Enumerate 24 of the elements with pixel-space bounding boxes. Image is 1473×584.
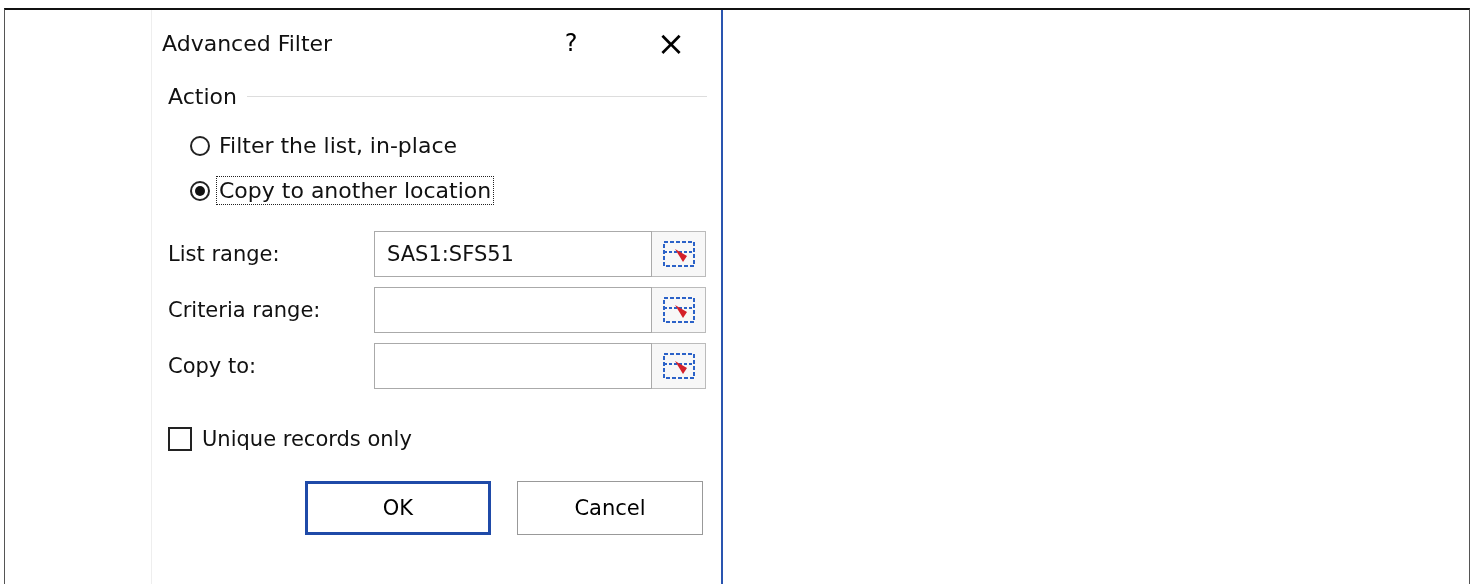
field-label: List range: xyxy=(168,242,281,266)
range-select-icon xyxy=(660,350,697,382)
radio-label[interactable]: Copy to another location xyxy=(216,176,495,205)
range-select-icon xyxy=(660,294,697,326)
field-label: Copy to: xyxy=(168,354,258,378)
radio-button[interactable] xyxy=(190,135,210,156)
field-label: Criteria range: xyxy=(168,298,322,322)
collapse-dialog-button[interactable] xyxy=(652,287,706,333)
range-field[interactable] xyxy=(374,287,652,333)
checkbox-label[interactable]: Unique records only xyxy=(202,427,412,451)
range-select-icon xyxy=(660,238,697,270)
dialog-button[interactable]: OK xyxy=(305,481,491,535)
dialog-title: Advanced Filter xyxy=(162,30,334,56)
range-field[interactable] xyxy=(374,343,652,389)
group-label: Action xyxy=(168,84,237,109)
radio-label[interactable]: Filter the list, in-place xyxy=(216,131,461,160)
dialog-button[interactable]: Cancel xyxy=(517,481,703,535)
range-field[interactable]: SAS1:SFS51 xyxy=(374,231,652,277)
collapse-dialog-button[interactable] xyxy=(652,343,706,389)
help-button[interactable]: ? xyxy=(551,29,591,57)
collapse-dialog-button[interactable] xyxy=(652,231,706,277)
checkbox[interactable] xyxy=(168,427,192,451)
radio-button[interactable] xyxy=(190,180,210,201)
close-button[interactable]: × xyxy=(651,26,691,60)
